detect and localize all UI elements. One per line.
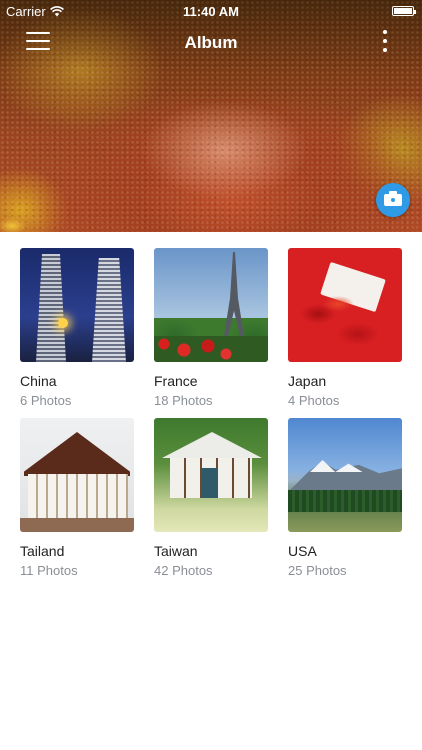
album-thumbnail: [288, 418, 402, 532]
album-name: Taiwan: [154, 543, 198, 559]
thumb-door: [202, 468, 218, 498]
album-name: China: [20, 373, 57, 389]
thumb-mountain: [288, 461, 402, 492]
thumb-temple-walls: [28, 474, 128, 518]
thumb-building: [36, 254, 66, 362]
camera-button[interactable]: [376, 183, 410, 217]
album-photo-count: 18 Photos: [154, 393, 213, 408]
album-thumbnail: [20, 418, 134, 532]
album-thumbnail: [154, 418, 268, 532]
album-item-tailand[interactable]: Tailand 11 Photos: [20, 418, 134, 578]
album-name: France: [154, 373, 198, 389]
thumb-building: [92, 258, 126, 362]
thumb-ground: [20, 518, 134, 532]
thumb-forest: [288, 490, 402, 512]
album-photo-count: 4 Photos: [288, 393, 340, 408]
album-thumbnail: [288, 248, 402, 362]
album-item-france[interactable]: France 18 Photos: [154, 248, 268, 408]
thumb-roses: [154, 336, 268, 362]
thumb-temple-roof: [24, 432, 130, 476]
album-item-usa[interactable]: USA 25 Photos: [288, 418, 402, 578]
more-vertical-icon[interactable]: [382, 30, 388, 54]
album-photo-count: 6 Photos: [20, 393, 72, 408]
status-bar: Carrier 11:40 AM: [0, 0, 422, 22]
status-time: 11:40 AM: [183, 4, 239, 19]
page-title: Album: [184, 33, 238, 52]
thumb-house-roof: [162, 432, 262, 458]
album-thumbnail: [154, 248, 268, 362]
album-item-china[interactable]: China 6 Photos: [20, 248, 134, 408]
album-photo-count: 25 Photos: [288, 563, 347, 578]
album-item-japan[interactable]: Japan 4 Photos: [288, 248, 402, 408]
album-name: Tailand: [20, 543, 65, 559]
album-photo-count: 11 Photos: [20, 563, 78, 578]
more-dot: [383, 48, 387, 52]
battery-icon: [392, 6, 416, 16]
more-dot: [383, 39, 387, 43]
thumb-leaves: [288, 284, 402, 362]
camera-icon-lens: [389, 196, 397, 204]
album-name: Japan: [288, 373, 327, 389]
album-thumbnail: [20, 248, 134, 362]
thumb-light: [58, 318, 68, 328]
more-dot: [383, 30, 387, 34]
album-name: USA: [288, 543, 317, 559]
cover-flower: [0, 212, 40, 232]
album-photo-count: 42 Photos: [154, 563, 213, 578]
album-item-taiwan[interactable]: Taiwan 42 Photos: [154, 418, 268, 578]
